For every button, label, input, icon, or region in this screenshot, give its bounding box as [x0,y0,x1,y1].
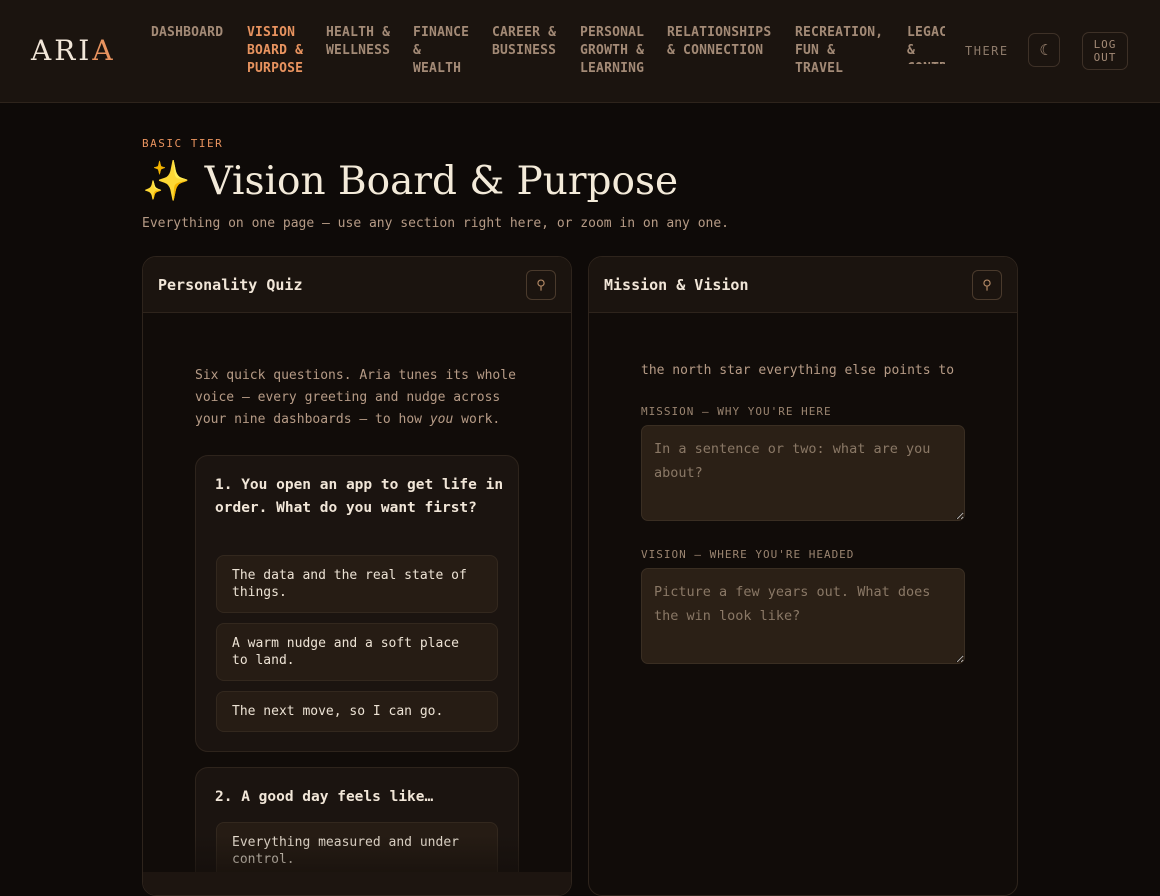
question-title: 1. You open an app to get life in order.… [215,477,504,516]
page-title-text: Vision Board & Purpose [204,159,679,204]
theme-toggle-button[interactable]: ☾ [1028,33,1060,67]
quiz-intro-emphasis: you [429,412,454,427]
quiz-intro: Six quick questions. Aria tunes its whol… [195,365,525,431]
page-title: ✨ Vision Board & Purpose [142,158,678,204]
mission-tagline: the north star everything else points to [641,363,955,378]
nav-item-dashboard[interactable]: DASHBOARD [151,24,223,42]
nav-item-personal-growth[interactable]: PERSONAL GROWTH & LEARNING [580,24,644,78]
nav-item-career[interactable]: CAREER & BUSINESS [492,24,556,60]
personality-quiz-card: Personality Quiz ⚲ Six quick questions. … [142,256,572,896]
moon-icon: ☾ [1039,41,1049,59]
page-subtitle: Everything on one page — use any section… [142,216,729,231]
nav-item-finance[interactable]: FINANCE & WEALTH [413,24,469,78]
tier-label: BASIC TIER [142,137,224,150]
nav-item-legacy[interactable]: LEGACY & CONTRIBUTION [907,24,945,64]
answer-option[interactable]: A warm nudge and a soft place to land. [216,623,498,681]
nav-item-relationships[interactable]: RELATIONSHIPS & CONNECTION [667,24,771,60]
aria-logo[interactable]: ARIA [31,34,116,67]
mission-label: MISSION — WHY YOU'RE HERE [641,405,832,418]
card-footer-strip [143,872,571,895]
answer-option[interactable]: The next move, so I can go. [216,691,498,732]
logo-text: ARI [31,34,93,67]
card-title: Personality Quiz [158,276,303,294]
mission-vision-card: Mission & Vision ⚲ the north star everyt… [588,256,1018,896]
pin-icon: ⚲ [536,277,546,293]
logo-accent: A [92,34,116,67]
pin-button[interactable]: ⚲ [972,270,1002,300]
vision-field[interactable] [641,568,965,664]
card-title: Mission & Vision [604,276,749,294]
pin-button[interactable]: ⚲ [526,270,556,300]
mission-field[interactable] [641,425,965,521]
card-header: Mission & Vision ⚲ [589,257,1017,313]
card-header: Personality Quiz ⚲ [143,257,571,313]
top-nav-bar: ARIA DASHBOARD VISION BOARD & PURPOSE HE… [0,0,1160,103]
logout-button[interactable]: LOG OUT [1082,32,1128,70]
vision-label: VISION — WHERE YOU'RE HEADED [641,548,855,561]
pin-icon: ⚲ [982,277,992,293]
answer-option[interactable]: The data and the real state of things. [216,555,498,613]
nav-item-recreation[interactable]: RECREATION, FUN & TRAVEL [795,24,883,78]
sparkles-icon: ✨ [142,159,191,204]
nav-item-vision-board[interactable]: VISION BOARD & PURPOSE [247,24,303,78]
user-greeting: THERE [965,44,1009,58]
question-card: 1. You open an app to get life in order.… [195,455,519,752]
nav-overflow-clip: LEGACY & CONTRIBUTION [907,24,945,64]
question-title: 2. A good day feels like… [215,789,434,805]
quiz-intro-text-end: work. [453,412,501,427]
nav-item-health[interactable]: HEALTH & WELLNESS [326,24,390,60]
